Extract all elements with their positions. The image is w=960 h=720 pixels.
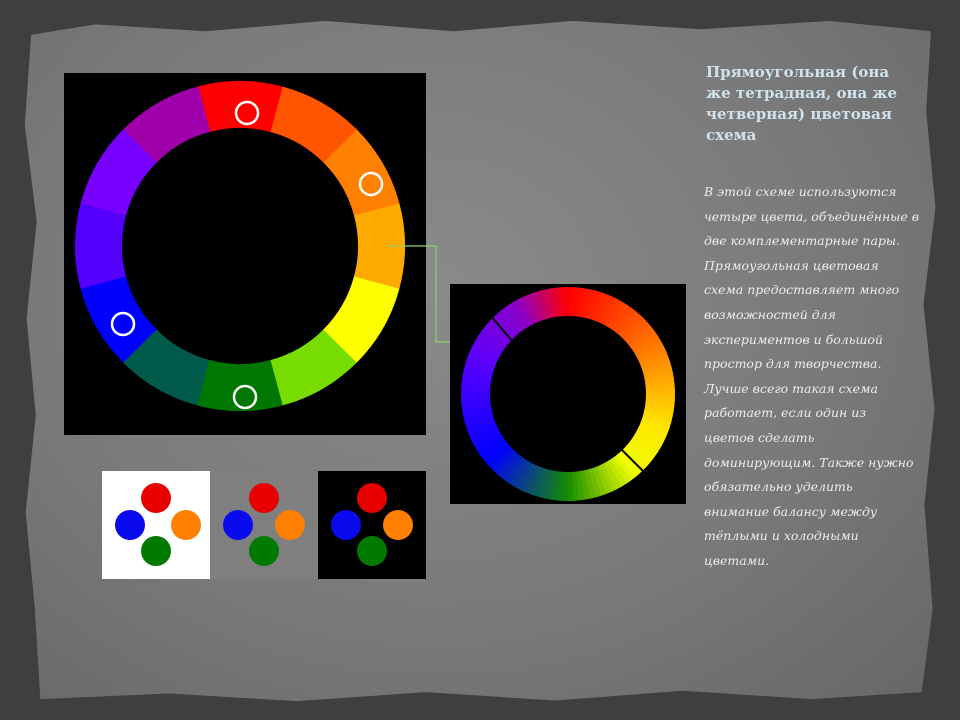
- dot-red: [357, 483, 387, 513]
- segmented-color-wheel: [64, 73, 426, 435]
- dot-red: [249, 483, 279, 513]
- dot-green: [249, 536, 279, 566]
- dot-orange: [171, 510, 201, 540]
- swatch-white-background: [102, 471, 210, 579]
- dot-blue: [331, 510, 361, 540]
- dot-green: [357, 536, 387, 566]
- gradient-color-wheel: [450, 284, 686, 504]
- dot-red: [141, 483, 171, 513]
- dot-orange: [383, 510, 413, 540]
- wheel-segment: [197, 81, 284, 133]
- wheel-segment: [75, 202, 127, 289]
- slide-body-text: В этой схеме используются четыре цвета, …: [704, 184, 920, 568]
- swatch-black-background: [318, 471, 426, 579]
- dot-orange: [275, 510, 305, 540]
- wheel-segment: [196, 359, 283, 411]
- dot-blue: [223, 510, 253, 540]
- dot-blue: [115, 510, 145, 540]
- gradient-wheel-svg: [461, 287, 675, 501]
- slide-title: Прямоугольная (она же тетрадная, она же …: [706, 63, 898, 144]
- swatch-gray-background: [210, 471, 318, 579]
- dot-green: [141, 536, 171, 566]
- color-wheel-svg: [75, 81, 405, 411]
